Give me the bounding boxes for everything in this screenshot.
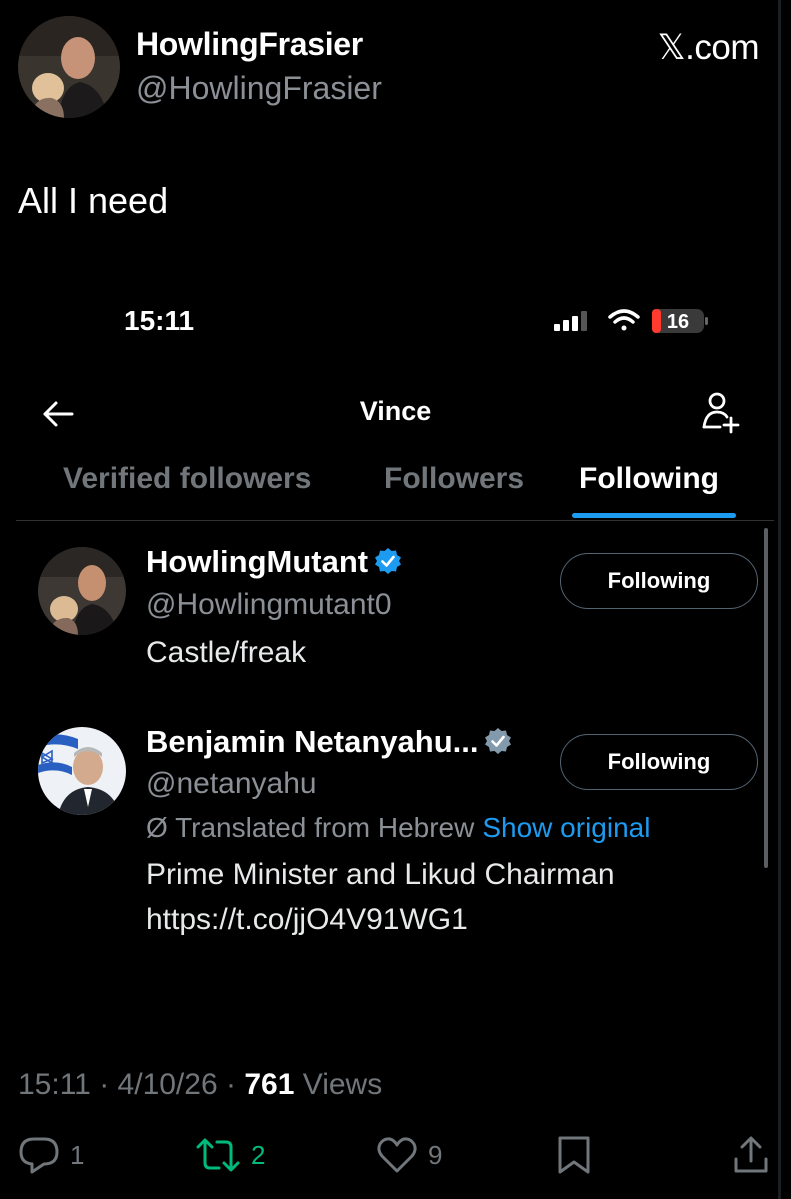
user-bio: Prime Minister and Likud Chairman https:… <box>146 852 615 942</box>
user-handle[interactable]: @netanyahu <box>146 767 317 801</box>
translate-icon: Ø <box>146 812 176 843</box>
wifi-icon <box>608 309 640 331</box>
tweet-meta: 15:11 · 4/10/26 · 761 Views <box>18 1068 382 1102</box>
meta-separator: · <box>99 1068 110 1101</box>
views-label: Views <box>302 1068 383 1101</box>
verified-badge-icon <box>484 727 512 755</box>
user-name[interactable]: HowlingMutant <box>146 544 402 580</box>
tweet-text: All I need <box>18 180 169 221</box>
retweet-icon <box>196 1138 240 1172</box>
tab-divider <box>16 520 774 521</box>
author-handle[interactable]: @HowlingFrasier <box>136 70 382 107</box>
status-bar-icons: 16 <box>552 305 712 337</box>
user-handle[interactable]: @Howlingmutant0 <box>146 588 392 622</box>
meta-separator: · <box>225 1068 236 1101</box>
site-label: 𝕏.com <box>657 28 759 67</box>
tweet-date[interactable]: 4/10/26 <box>118 1068 218 1101</box>
show-original-link[interactable]: Show original <box>482 812 650 843</box>
bookmark-button[interactable] <box>556 1135 592 1175</box>
views-count: 761 <box>244 1068 295 1101</box>
following-button[interactable]: Following <box>560 553 758 609</box>
retweet-count: 2 <box>251 1139 266 1170</box>
tab-verified-followers[interactable]: Verified followers <box>63 462 311 496</box>
share-icon <box>734 1136 768 1173</box>
active-tab-indicator <box>572 513 736 518</box>
user-avatar[interactable] <box>38 547 126 635</box>
reply-icon <box>19 1137 59 1174</box>
reply-count: 1 <box>70 1139 85 1170</box>
tab-following[interactable]: Following <box>579 462 719 496</box>
profile-title: Vince <box>359 396 432 426</box>
user-avatar[interactable] <box>38 727 126 815</box>
status-bar-time: 15:11 <box>124 305 195 336</box>
battery-icon: 16 <box>652 309 708 333</box>
bookmark-icon <box>558 1136 590 1174</box>
like-count: 9 <box>428 1139 443 1170</box>
add-user-icon[interactable] <box>700 390 742 434</box>
signal-icon <box>554 311 587 331</box>
tab-followers[interactable]: Followers <box>384 462 524 496</box>
like-icon <box>377 1137 417 1173</box>
verified-badge-icon <box>374 547 402 575</box>
scrollbar[interactable] <box>764 528 768 868</box>
page-edge <box>778 0 781 1199</box>
user-bio-link[interactable]: https://t.co/jjO4V91WG1 <box>146 897 615 942</box>
like-button[interactable]: 9 <box>376 1135 442 1175</box>
user-bio-line: Prime Minister and Likud Chairman <box>146 858 615 891</box>
tweet-time[interactable]: 15:11 <box>18 1068 91 1101</box>
translation-row: Ø Translated from Hebrew Show original <box>146 812 650 844</box>
reply-button[interactable]: 1 <box>18 1135 84 1175</box>
author-avatar[interactable] <box>18 16 120 118</box>
user-name[interactable]: Benjamin Netanyahu... <box>146 724 512 760</box>
retweet-button[interactable]: 2 <box>195 1135 265 1175</box>
author-name[interactable]: HowlingFrasier <box>136 26 363 63</box>
svg-text:16: 16 <box>667 311 689 333</box>
following-button[interactable]: Following <box>560 734 758 790</box>
user-bio: Castle/freak <box>146 636 307 669</box>
share-button[interactable] <box>732 1135 770 1175</box>
translated-label: Translated from Hebrew <box>175 812 475 843</box>
